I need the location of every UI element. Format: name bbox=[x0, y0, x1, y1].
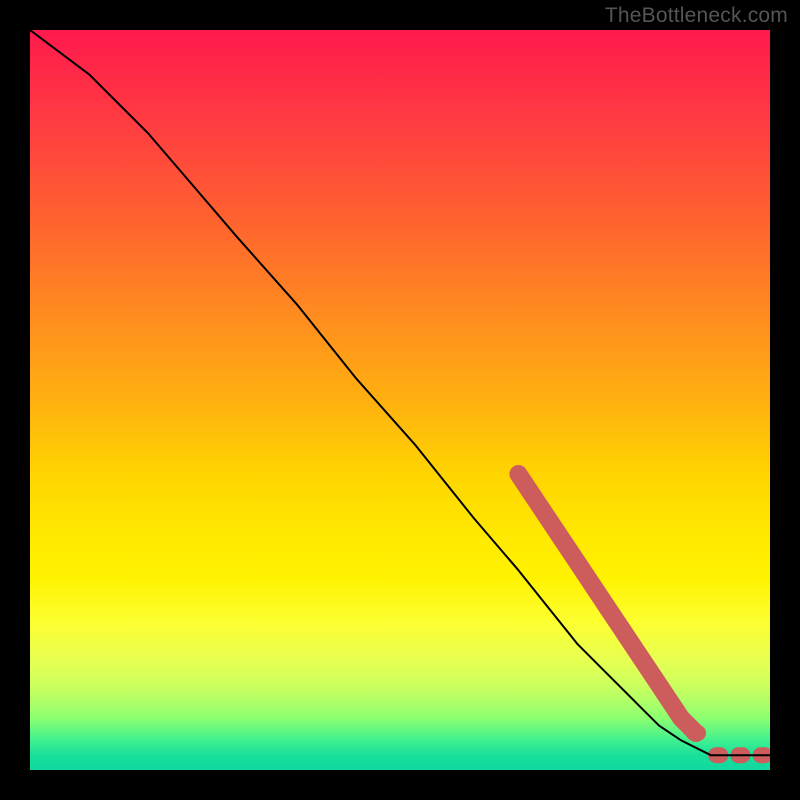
watermark-text: TheBottleneck.com bbox=[605, 4, 788, 28]
chart-frame: TheBottleneck.com bbox=[0, 0, 800, 800]
curve-line bbox=[30, 30, 770, 755]
plot-area bbox=[30, 30, 770, 770]
marker-dot bbox=[686, 725, 706, 741]
chart-svg bbox=[30, 30, 770, 770]
